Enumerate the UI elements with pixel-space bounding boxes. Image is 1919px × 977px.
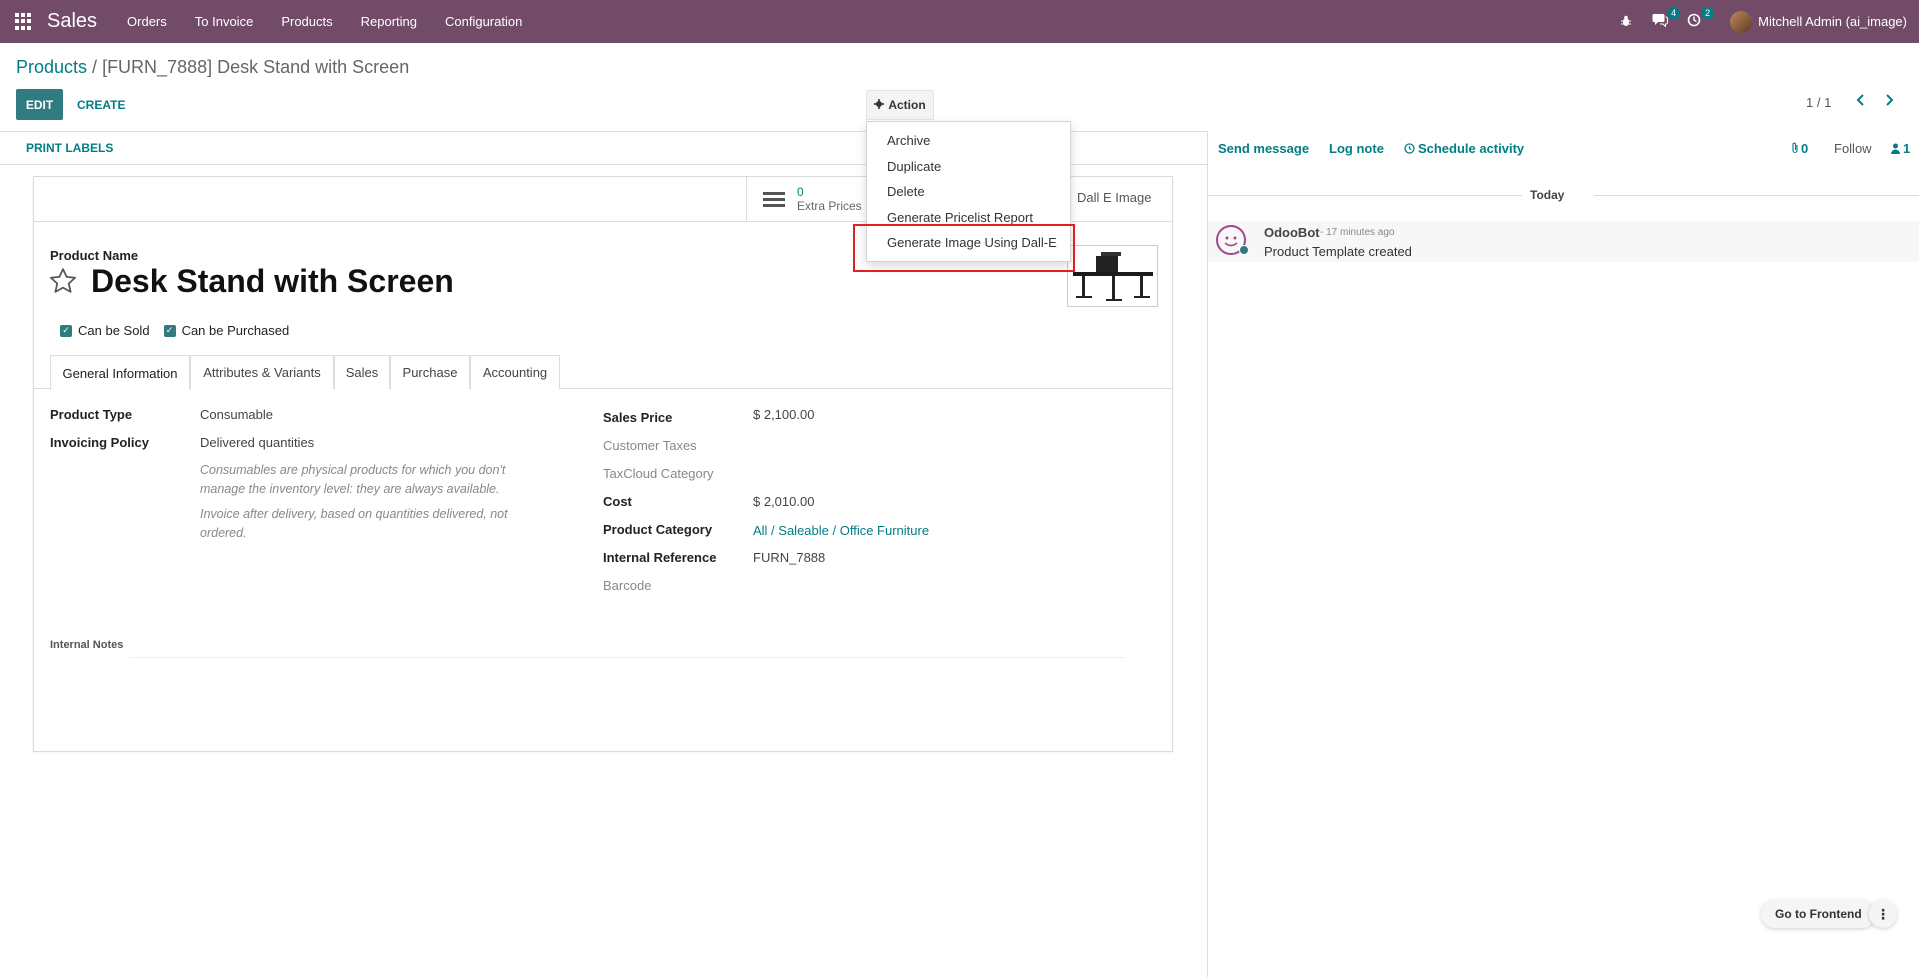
paperclip-icon (1792, 142, 1798, 154)
cost-label: Cost (603, 494, 632, 509)
clock-icon (1404, 142, 1415, 154)
apps-grid-icon[interactable] (15, 12, 33, 31)
follow-button[interactable]: Follow (1834, 141, 1872, 156)
chatter-message: OdooBot - 17 minutes ago Product Templat… (1208, 221, 1919, 262)
user-icon (1891, 143, 1900, 154)
menu-item-delete[interactable]: Delete (867, 179, 1070, 205)
invoicing-policy-field[interactable]: Delivered quantities (200, 435, 314, 450)
extra-prices-value: 0 (797, 185, 804, 199)
taxcloud-category-label: TaxCloud Category (603, 466, 714, 481)
help-text-invoice: Invoice after delivery, based on quantit… (200, 507, 508, 540)
help-text-consumable: Consumables are physical products for wh… (200, 463, 506, 496)
print-labels-button[interactable]: PRINT LABELS (26, 141, 113, 155)
menu-item-generate-image-dalle[interactable]: Generate Image Using Dall-E (867, 230, 1070, 256)
chat-icon[interactable]: 4 (1650, 7, 1681, 30)
internal-reference-label: Internal Reference (603, 550, 717, 565)
internal-reference-field[interactable]: FURN_7888 (753, 550, 825, 565)
tab-sales[interactable]: Sales (334, 355, 390, 389)
product-image[interactable] (1067, 245, 1158, 307)
menu-item-archive[interactable]: Archive (867, 128, 1070, 154)
product-type-label: Product Type (50, 407, 133, 422)
can-be-purchased-label: Can be Purchased (181, 323, 290, 338)
clock-icon[interactable]: 2 (1684, 7, 1715, 30)
checkbox-checked-icon: ✓ (163, 324, 176, 337)
message-author: OdooBot (1264, 225, 1320, 240)
chevron-left-icon[interactable] (1856, 93, 1866, 111)
user-name: Mitchell Admin (ai_image) (1758, 14, 1907, 29)
gear-icon (874, 98, 885, 112)
form-tabs: General Information Attributes & Variant… (34, 355, 1172, 390)
menu-products[interactable]: Products (267, 14, 346, 29)
heart-icon (1239, 245, 1249, 255)
dalle-image-button[interactable]: Dall E Image (1077, 190, 1151, 205)
checkbox-row: ✓ Can be Sold ✓ Can be Purchased (60, 323, 289, 338)
tab-attributes-variants[interactable]: Attributes & Variants (190, 355, 334, 389)
followers-button[interactable]: 1 (1891, 141, 1910, 156)
sales-price-field[interactable]: $ 2,100.00 (753, 407, 814, 422)
menu-to-invoice[interactable]: To Invoice (181, 14, 268, 29)
product-name-label: Product Name (50, 248, 139, 263)
barcode-label: Barcode (603, 578, 652, 593)
message-body: Product Template created (1264, 244, 1412, 259)
pager-value[interactable]: 1 / 1 (1806, 95, 1831, 110)
app-brand[interactable]: Sales (47, 10, 97, 33)
bug-icon[interactable] (1616, 14, 1636, 30)
breadcrumb-separator: / (87, 57, 103, 77)
internal-notes-label: Internal Notes (50, 639, 124, 651)
menu-orders[interactable]: Orders (113, 14, 181, 29)
chatter-topbar: Send message Log note Schedule activity … (1208, 131, 1919, 165)
activities-badge: 2 (1701, 7, 1715, 19)
today-label: Today (1530, 188, 1565, 202)
breadcrumb-products-link[interactable]: Products (16, 57, 87, 77)
user-menu[interactable]: Mitchell Admin (ai_image) (1730, 10, 1907, 33)
menu-item-duplicate[interactable]: Duplicate (867, 154, 1070, 180)
chatter-panel: Send message Log note Schedule activity … (1207, 131, 1919, 977)
avatar (1730, 10, 1753, 33)
messages-badge: 4 (1667, 7, 1681, 19)
followers-count: 1 (1903, 140, 1911, 156)
product-name[interactable]: Desk Stand with Screen (91, 263, 454, 300)
schedule-activity-button[interactable]: Schedule activity (1404, 141, 1524, 156)
can-be-sold-label: Can be Sold (78, 323, 150, 338)
edit-button[interactable]: EDIT (16, 89, 63, 120)
menu-reporting[interactable]: Reporting (347, 14, 431, 29)
chevron-right-icon[interactable] (1884, 93, 1894, 111)
send-message-button[interactable]: Send message (1218, 141, 1309, 156)
form-sheet: 0 Extra Prices Dall E Image Product Name… (33, 176, 1173, 752)
can-be-purchased-checkbox[interactable]: ✓ Can be Purchased (163, 323, 290, 338)
product-category-label: Product Category (603, 522, 713, 537)
breadcrumb: Products / [FURN_7888] Desk Stand with S… (16, 57, 409, 78)
sales-price-label: Sales Price (603, 410, 673, 425)
top-navbar: Sales Orders To Invoice Products Reporti… (0, 0, 1919, 43)
internal-notes-field[interactable] (129, 657, 1124, 658)
product-type-field[interactable]: Consumable (200, 407, 273, 422)
date-separator: Today (1208, 188, 1919, 202)
tab-purchase[interactable]: Purchase (390, 355, 470, 389)
attachments-button[interactable]: 0 (1791, 141, 1808, 156)
menu-item-generate-pricelist-report[interactable]: Generate Pricelist Report (867, 205, 1070, 231)
breadcrumb-current: [FURN_7888] Desk Stand with Screen (102, 57, 410, 77)
action-button[interactable]: Action (866, 90, 934, 120)
more-options-icon[interactable]: ⋮ (1869, 900, 1897, 928)
go-to-frontend-button[interactable]: Go to Frontend (1761, 900, 1876, 928)
message-time: - 17 minutes ago (1320, 227, 1395, 238)
can-be-sold-checkbox[interactable]: ✓ Can be Sold (60, 323, 150, 338)
tab-general-information[interactable]: General Information (50, 355, 190, 390)
product-category-link[interactable]: All / Saleable / Office Furniture (753, 523, 929, 538)
customer-taxes-label: Customer Taxes (603, 438, 697, 453)
log-note-button[interactable]: Log note (1329, 141, 1384, 156)
cost-field[interactable]: $ 2,010.00 (753, 494, 814, 509)
create-button[interactable]: CREATE (77, 89, 125, 120)
action-dropdown-menu: Archive Duplicate Delete Generate Pricel… (866, 121, 1071, 262)
checkbox-checked-icon: ✓ (60, 324, 72, 337)
tab-accounting[interactable]: Accounting (470, 355, 560, 389)
extra-prices-label: Extra Prices (797, 199, 862, 213)
star-icon[interactable] (48, 266, 80, 298)
schedule-activity-label: Schedule activity (1417, 140, 1525, 156)
menu-configuration[interactable]: Configuration (431, 14, 536, 29)
invoicing-policy-label: Invoicing Policy (50, 435, 149, 450)
action-label: Action (888, 98, 926, 112)
list-icon (763, 191, 785, 207)
attachments-count: 0 (1801, 140, 1809, 156)
